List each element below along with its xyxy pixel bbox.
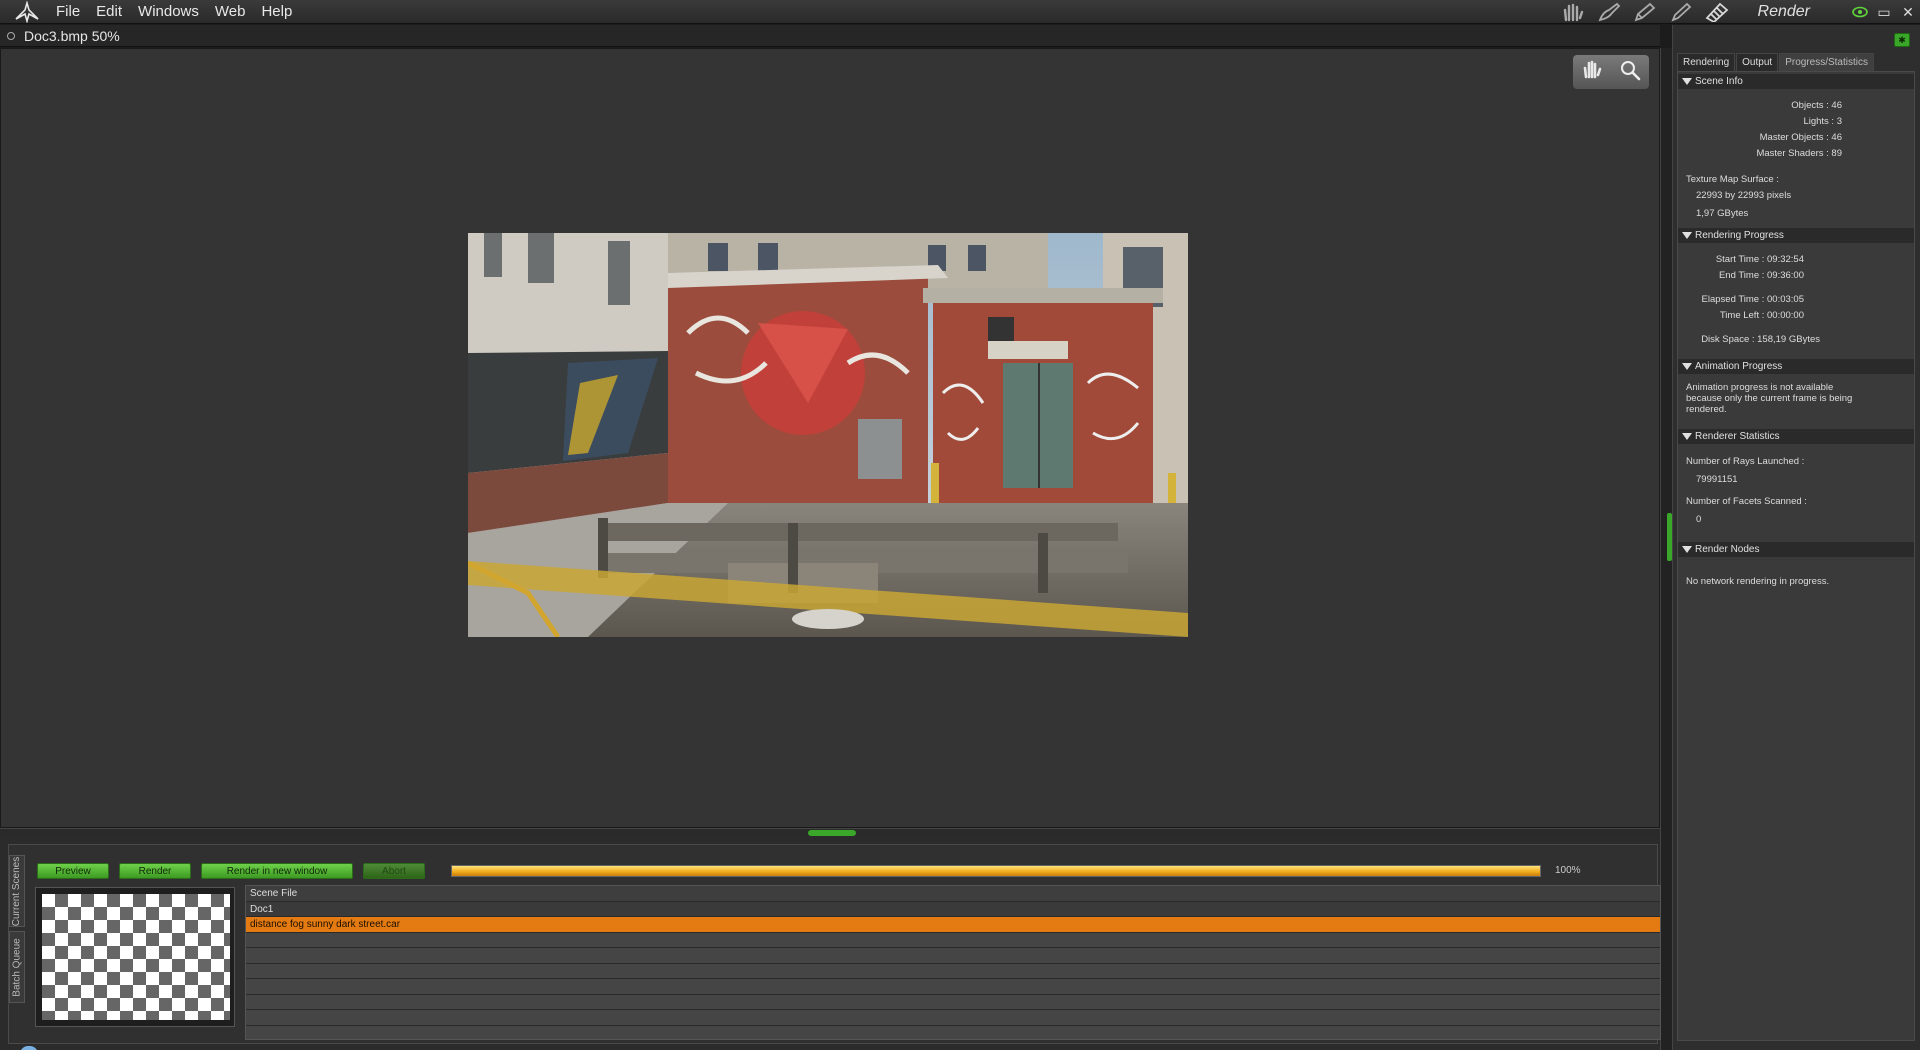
stat-facets-value: 0	[1696, 514, 1702, 525]
batch-render-panel: Current Scenes Batch Queue Preview Rende…	[0, 836, 1661, 1050]
view-tools	[1573, 55, 1649, 89]
table-row-empty	[246, 932, 1660, 948]
stat-objects: Objects : 46	[1791, 100, 1842, 111]
render-settings-panel: ✱ Rendering Output Progress/Statistics S…	[1672, 25, 1920, 1050]
section-render-nodes-title: Render Nodes	[1695, 543, 1760, 555]
rendered-image	[468, 233, 1188, 637]
render-button-row: Preview Render Render in new window Abor…	[37, 863, 435, 879]
scene-file-table: Scene File Doc1 distance fog sunny dark …	[245, 885, 1661, 1040]
stat-rays-label: Number of Rays Launched :	[1686, 456, 1805, 467]
stat-texture-pixels: 22993 by 22993 pixels	[1696, 190, 1792, 201]
render-progress-bar	[451, 865, 1541, 877]
visibility-eye-icon[interactable]	[1848, 1, 1872, 23]
menu-help[interactable]: Help	[253, 0, 300, 24]
section-renderer-statistics-title: Renderer Statistics	[1695, 430, 1780, 442]
table-row-empty	[246, 1010, 1660, 1026]
main-menu: File Edit Windows Web Help	[48, 0, 300, 24]
render-button[interactable]: Render	[119, 863, 191, 879]
tab-rendering[interactable]: Rendering	[1677, 53, 1736, 71]
room-pencil-icon[interactable]	[1664, 1, 1698, 23]
table-row-selected[interactable]: distance fog sunny dark street.car	[246, 917, 1660, 933]
progress-statistics-content: Scene Info Objects : 46 Lights : 3 Maste…	[1677, 71, 1915, 1041]
stat-rays-value: 79991151	[1696, 474, 1738, 485]
panel-tabs: Rendering Output Progress/Statistics	[1677, 53, 1875, 71]
preview-button[interactable]: Preview	[37, 863, 109, 879]
stat-elapsed-time: Elapsed Time : 00:03:05	[1701, 294, 1804, 305]
room-render-label: Render	[1757, 3, 1810, 20]
abort-button[interactable]: Abort	[363, 863, 425, 879]
tab-current-scenes[interactable]: Current Scenes	[9, 855, 25, 927]
table-row-empty	[246, 979, 1660, 995]
table-row-empty	[246, 1025, 1660, 1039]
app-logo-icon[interactable]	[14, 0, 40, 24]
application-window: File Edit Windows Web Help Render ▭ ✕ Do…	[0, 0, 1920, 1050]
document-titlebar: Doc3.bmp 50%	[0, 25, 1660, 47]
tab-current-scenes-label: Current Scenes	[11, 856, 23, 926]
section-rendering-progress-title: Rendering Progress	[1695, 229, 1784, 241]
menu-windows[interactable]: Windows	[130, 0, 207, 24]
section-rendering-progress[interactable]: Rendering Progress	[1678, 228, 1914, 243]
zoom-tool-icon[interactable]	[1619, 59, 1641, 86]
tab-batch-queue[interactable]: Batch Queue	[9, 931, 25, 1003]
stat-master-shaders: Master Shaders : 89	[1756, 148, 1842, 159]
room-brush-icon[interactable]	[1592, 1, 1626, 23]
menu-edit[interactable]: Edit	[88, 0, 130, 24]
document-close-icon[interactable]	[7, 32, 15, 40]
stat-lights: Lights : 3	[1803, 116, 1842, 127]
render-progress-label: 100%	[1555, 865, 1581, 876]
thumbnail-checkerboard	[42, 894, 230, 1020]
stat-texture-size: 1,97 GBytes	[1696, 208, 1749, 219]
table-row-empty	[246, 948, 1660, 964]
section-renderer-statistics[interactable]: Renderer Statistics	[1678, 429, 1914, 444]
tab-batch-queue-label: Batch Queue	[11, 937, 23, 997]
menu-web[interactable]: Web	[207, 0, 254, 24]
table-row-empty	[246, 963, 1660, 979]
section-animation-progress-title: Animation Progress	[1695, 360, 1783, 372]
stat-facets-label: Number of Facets Scanned :	[1686, 496, 1807, 507]
tab-output[interactable]: Output	[1736, 53, 1779, 71]
stat-start-time: Start Time : 09:32:54	[1715, 254, 1804, 265]
tab-progress-statistics[interactable]: Progress/Statistics	[1779, 53, 1874, 71]
scene-table-header: Scene File	[246, 886, 1660, 902]
side-tabs: Current Scenes Batch Queue	[9, 855, 25, 1015]
collapse-triangle-icon	[1682, 546, 1692, 553]
render-progress-fill	[452, 866, 1540, 876]
table-row[interactable]: Doc1	[246, 902, 1660, 917]
vertical-splitter[interactable]	[1660, 48, 1672, 1050]
panel-header: ✱	[1673, 25, 1920, 53]
room-hand-icon[interactable]	[1556, 1, 1590, 23]
stat-texture-label: Texture Map Surface :	[1686, 174, 1779, 185]
batch-render-inner: Current Scenes Batch Queue Preview Rende…	[8, 844, 1661, 1044]
panel-pin-icon[interactable]: ✱	[1894, 33, 1910, 47]
close-button[interactable]: ✕	[1896, 1, 1920, 23]
scene-thumbnail	[35, 887, 235, 1027]
section-scene-info-title: Scene Info	[1695, 75, 1743, 87]
hand-tool-icon[interactable]	[1581, 59, 1603, 86]
animation-progress-text: Animation progress is not available beca…	[1686, 382, 1853, 415]
section-scene-info[interactable]: Scene Info	[1678, 74, 1914, 89]
room-render-icon[interactable]	[1700, 1, 1734, 23]
room-tabs: Render ▭ ✕	[1554, 0, 1920, 24]
collapse-triangle-icon	[1682, 433, 1692, 440]
menu-file[interactable]: File	[48, 0, 88, 24]
document-title: Doc3.bmp 50%	[24, 28, 120, 44]
collapse-triangle-icon	[1682, 78, 1692, 85]
stat-time-left: Time Left : 00:00:00	[1719, 310, 1804, 321]
render-nodes-text: No network rendering in progress.	[1686, 576, 1830, 587]
render-new-window-button[interactable]: Render in new window	[201, 863, 353, 879]
stat-end-time: End Time : 09:36:00	[1718, 270, 1804, 281]
menubar: File Edit Windows Web Help Render ▭ ✕	[0, 0, 1920, 24]
section-animation-progress[interactable]: Animation Progress	[1678, 359, 1914, 374]
maximize-button[interactable]: ▭	[1872, 1, 1896, 23]
collapse-triangle-icon	[1682, 232, 1692, 239]
render-viewport[interactable]	[0, 48, 1660, 828]
collapse-triangle-icon	[1682, 363, 1692, 370]
room-pen-icon[interactable]	[1628, 1, 1662, 23]
horizontal-splitter[interactable]	[0, 828, 1660, 836]
stat-disk-space: Disk Space : 158,19 GBytes	[1701, 334, 1820, 345]
stat-master-objects: Master Objects : 46	[1759, 132, 1842, 143]
section-render-nodes[interactable]: Render Nodes	[1678, 542, 1914, 557]
table-row-empty	[246, 994, 1660, 1010]
